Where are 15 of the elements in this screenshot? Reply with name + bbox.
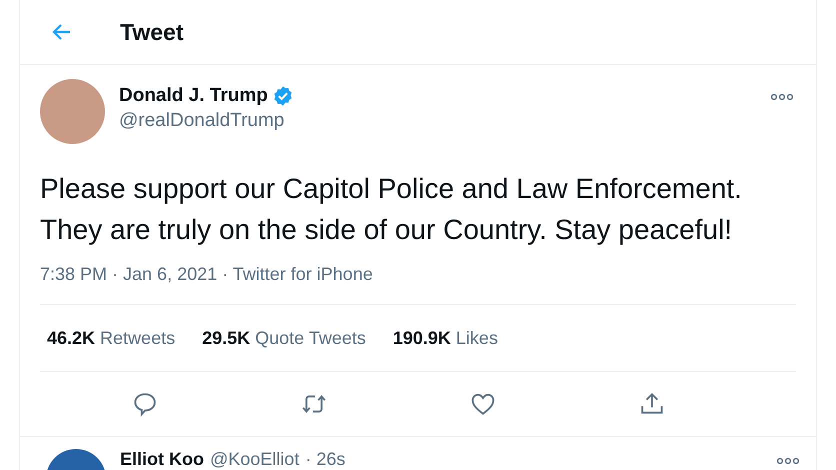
reply-author-name[interactable]: Elliot Koo <box>120 449 204 469</box>
more-icon[interactable] <box>777 457 799 465</box>
reply-author-handle[interactable]: @KooElliot <box>210 449 300 469</box>
author-name[interactable]: Donald J. Trump <box>119 85 268 107</box>
tweet-timestamp[interactable]: 7:38 PM · Jan 6, 2021 · Twitter for iPhone <box>40 264 796 305</box>
more-icon[interactable] <box>771 93 793 101</box>
stat-link[interactable]: 29.5K Quote Tweets <box>202 328 366 348</box>
stat-link[interactable]: 190.9K Likes <box>392 328 498 348</box>
reply-time[interactable]: · 26s <box>305 449 346 469</box>
author-handle[interactable]: @realDonaldTrump <box>119 110 771 132</box>
tweet-text: Please support our Capitol Police and Law Enforcement. They are truly on the side of our Country. Stay peaceful! <box>40 172 743 247</box>
heart-icon[interactable] <box>470 391 496 417</box>
reply-icon[interactable] <box>132 391 158 417</box>
stat-link[interactable]: 46.2K Retweets <box>47 328 176 348</box>
page-title: Tweet <box>120 18 184 46</box>
